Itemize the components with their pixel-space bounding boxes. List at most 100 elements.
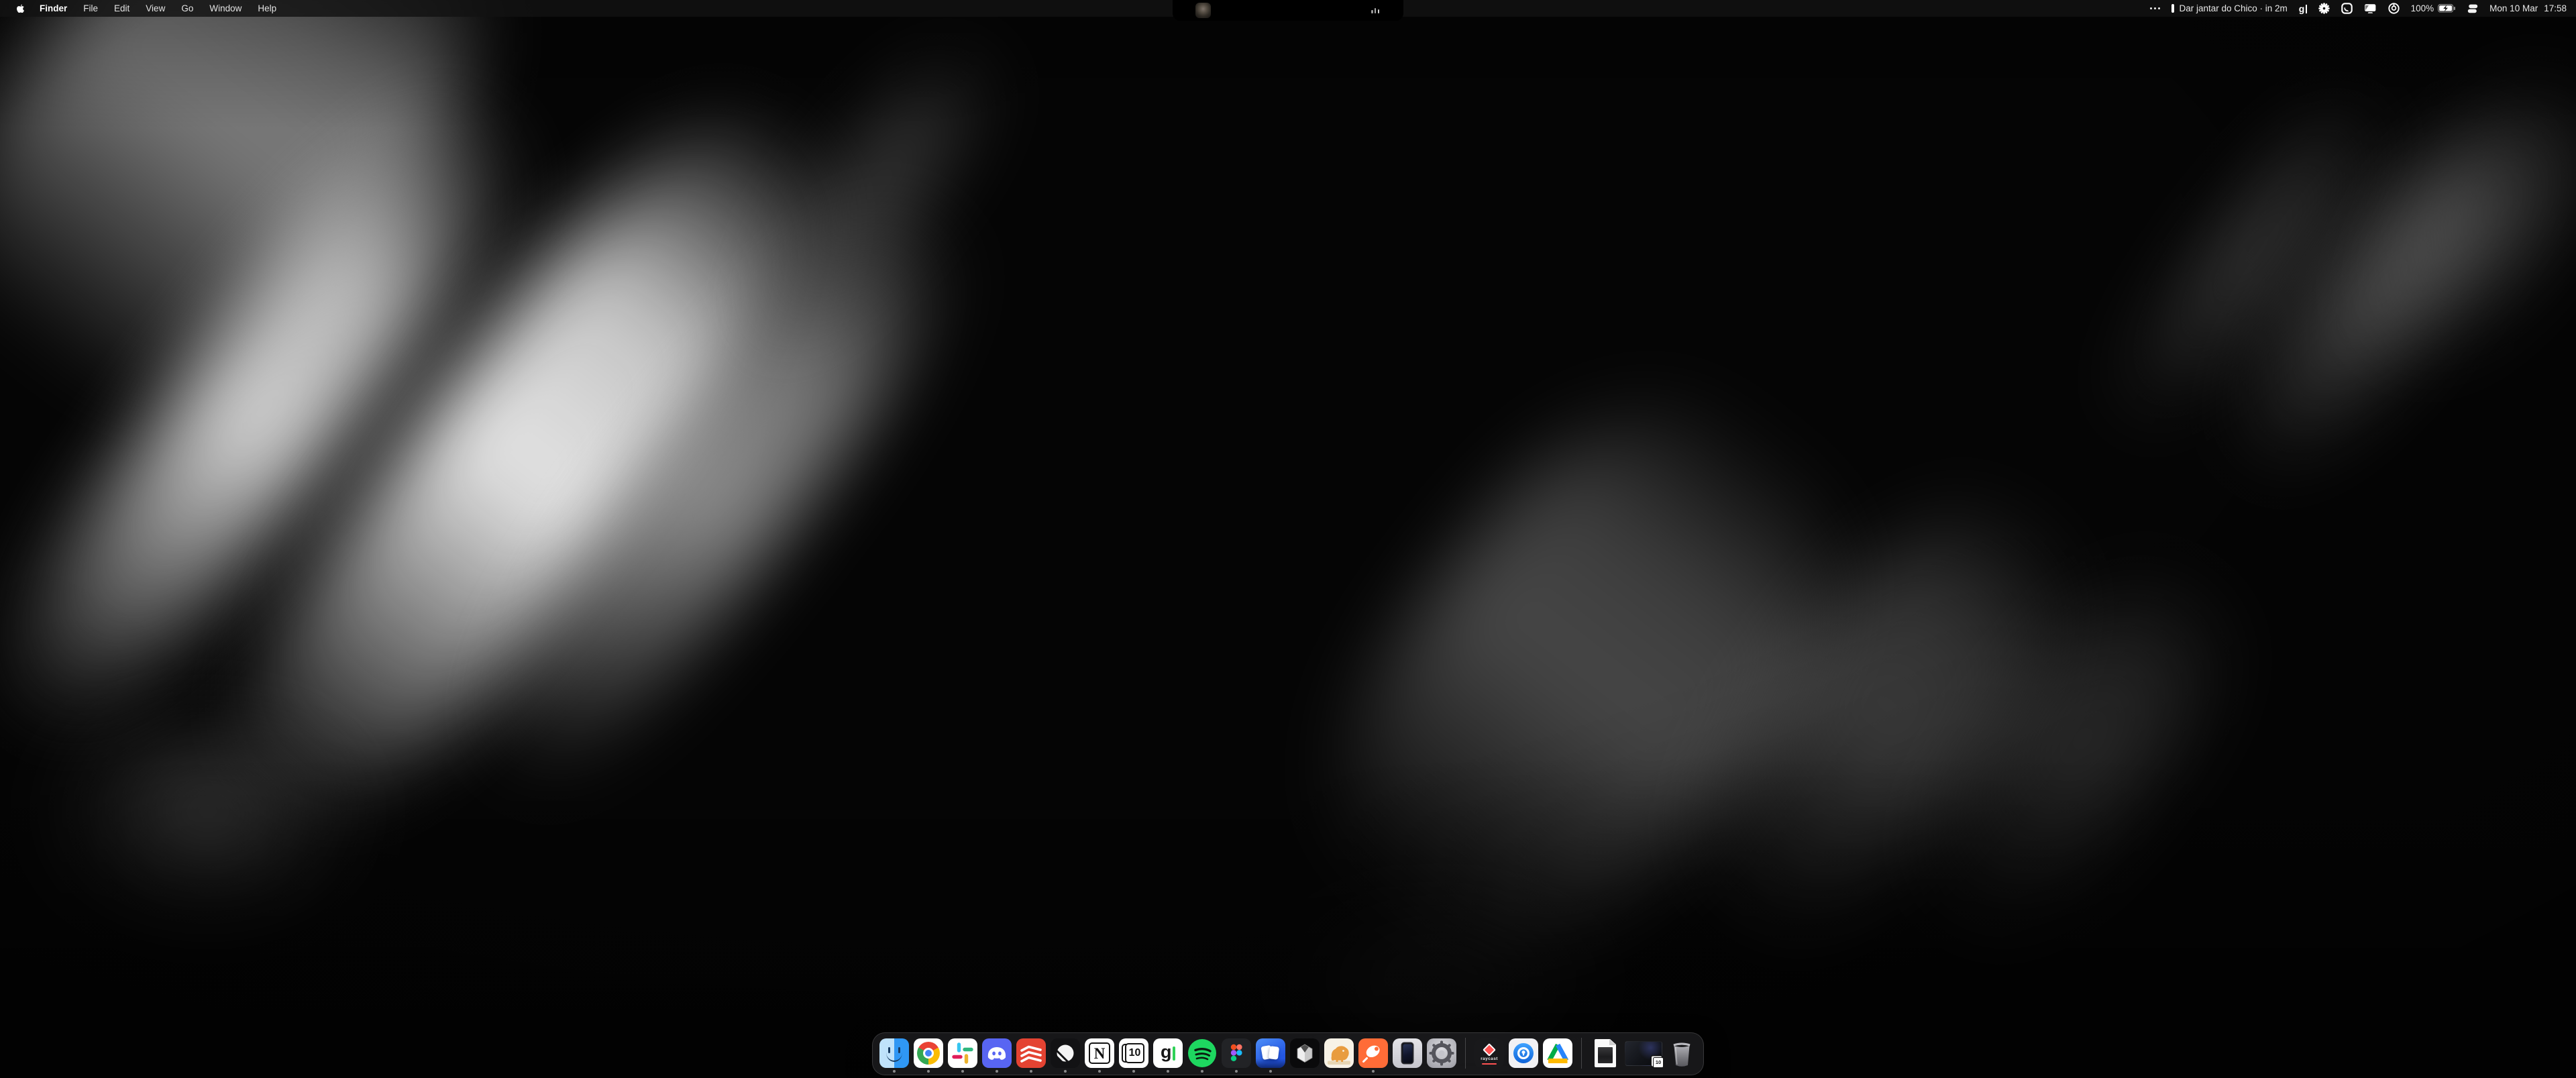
- dock-item-figma[interactable]: [1222, 1038, 1251, 1068]
- reminder-color-bar-icon: [2171, 4, 2174, 13]
- clock-date: Mon 10 Mar: [2489, 3, 2538, 13]
- dock-item-discord[interactable]: [982, 1038, 1012, 1068]
- dock-item-postman[interactable]: [1358, 1038, 1388, 1068]
- dock: N 10 g: [872, 1032, 1704, 1075]
- notion-icon: N: [1085, 1038, 1114, 1068]
- battery-status[interactable]: 100%: [2411, 3, 2457, 13]
- running-indicator: [1132, 1070, 1135, 1073]
- todoist-icon: [1016, 1038, 1046, 1068]
- reminder-item[interactable]: Dar jantar do Chico · in 2m: [2171, 3, 2287, 13]
- dock-item-minimized-window[interactable]: 10: [1625, 1041, 1662, 1066]
- craft-icon: [1256, 1038, 1285, 1068]
- postman-icon: [1358, 1038, 1388, 1068]
- 1password-dock-icon: [1509, 1038, 1538, 1068]
- display-icon[interactable]: [2364, 3, 2377, 14]
- menu-window[interactable]: Window: [201, 0, 250, 17]
- dock-item-chrome[interactable]: [914, 1038, 943, 1068]
- dock-item-postgres[interactable]: [1324, 1038, 1354, 1068]
- discord-icon: [982, 1038, 1012, 1068]
- running-indicator: [927, 1070, 930, 1073]
- finder-icon: [879, 1038, 909, 1068]
- 1password-icon[interactable]: [2388, 3, 2400, 14]
- granola-glyph: g: [2299, 4, 2305, 13]
- cube-3d-icon: [1290, 1038, 1320, 1068]
- control-center-icon[interactable]: [2467, 4, 2478, 13]
- google-drive-icon: [1543, 1038, 1572, 1068]
- dock-item-cube-3d-app[interactable]: [1290, 1038, 1320, 1068]
- menu-go[interactable]: Go: [173, 0, 201, 17]
- granola-cursor: [2306, 5, 2307, 13]
- desktop: Finder File Edit View Go Window Help Dar…: [0, 0, 2576, 1078]
- app-menu-finder[interactable]: Finder: [32, 0, 75, 17]
- granola-menu-icon[interactable]: g: [2299, 4, 2307, 13]
- audio-visualizer-icon: [1371, 7, 1379, 13]
- reminder-text: Dar jantar do Chico · in 2m: [2179, 3, 2287, 13]
- dock-item-craft[interactable]: [1256, 1038, 1285, 1068]
- dock-item-finder[interactable]: [879, 1038, 909, 1068]
- menu-file[interactable]: File: [75, 0, 106, 17]
- dock-item-raycast[interactable]: raycast: [1474, 1038, 1504, 1068]
- dock-item-1password[interactable]: [1509, 1038, 1538, 1068]
- running-indicator: [1167, 1070, 1169, 1073]
- dock-item-document-file[interactable]: [1591, 1038, 1620, 1068]
- dock-item-slack[interactable]: [948, 1038, 977, 1068]
- dock-item-system-settings[interactable]: [1427, 1038, 1456, 1068]
- dock-item-notion[interactable]: N: [1085, 1038, 1114, 1068]
- granola-cursor: [1173, 1046, 1175, 1061]
- dock-item-iphone-mirroring[interactable]: [1393, 1038, 1422, 1068]
- linear-icon: [1051, 1038, 1080, 1068]
- notch-now-playing: [1173, 0, 1403, 21]
- menu-view[interactable]: View: [138, 0, 173, 17]
- dock-item-google-drive[interactable]: [1543, 1038, 1572, 1068]
- now-playing-album-art[interactable]: [1195, 3, 1211, 18]
- slack-icon: [948, 1038, 977, 1068]
- running-indicator: [1201, 1070, 1203, 1073]
- clock-time: 17:58: [2544, 3, 2567, 13]
- overflow-dots-icon[interactable]: [2150, 7, 2160, 9]
- battery-charging-icon: [2438, 4, 2456, 13]
- running-indicator: [1030, 1070, 1032, 1073]
- dock-item-trash[interactable]: [1667, 1038, 1697, 1068]
- granola-icon: g: [1153, 1038, 1183, 1068]
- chrome-icon: [914, 1038, 943, 1068]
- menu-edit[interactable]: Edit: [106, 0, 138, 17]
- running-indicator: [1098, 1070, 1101, 1073]
- notion-calendar-icon: 10: [1119, 1038, 1148, 1068]
- granola-glyph: g: [1161, 1043, 1172, 1061]
- apple-menu[interactable]: [8, 3, 32, 13]
- gear-icon: [1427, 1038, 1456, 1068]
- postgres-elephant-icon: [1324, 1038, 1354, 1068]
- badge-date: 10: [1656, 1059, 1661, 1065]
- raycast-underline: [1482, 1063, 1497, 1065]
- running-indicator: [1064, 1070, 1067, 1073]
- running-indicator: [1235, 1070, 1238, 1073]
- flower-icon[interactable]: [2318, 3, 2330, 14]
- notion-calendar-badge: 10: [1653, 1057, 1664, 1068]
- menu-bar-left: Finder File Edit View Go Window Help: [0, 0, 284, 17]
- running-indicator: [961, 1070, 964, 1073]
- running-indicator: [1372, 1070, 1375, 1073]
- desktop-wallpaper: [0, 0, 2576, 1078]
- spotify-icon: [1187, 1038, 1217, 1068]
- menu-bar-status: Dar jantar do Chico · in 2m g: [2150, 3, 2576, 14]
- dock-background: N 10 g: [872, 1032, 1704, 1075]
- notion-glyph: N: [1094, 1046, 1106, 1061]
- battery-percent: 100%: [2411, 3, 2434, 13]
- dock-item-linear[interactable]: [1051, 1038, 1080, 1068]
- apple-logo-icon: [16, 3, 25, 13]
- dock-separator: [1465, 1038, 1466, 1069]
- menu-bar-clock[interactable]: Mon 10 Mar 17:58: [2489, 3, 2567, 13]
- dock-item-spotify[interactable]: [1187, 1038, 1217, 1068]
- pointer-squircle-icon[interactable]: [2341, 3, 2353, 14]
- raycast-logo: [1483, 1043, 1496, 1057]
- iphone-mirroring-icon: [1393, 1038, 1422, 1068]
- running-indicator: [996, 1070, 998, 1073]
- dock-item-notion-calendar[interactable]: 10: [1119, 1038, 1148, 1068]
- trash-icon: [1667, 1038, 1697, 1068]
- dock-item-todoist[interactable]: [1016, 1038, 1046, 1068]
- menu-help[interactable]: Help: [250, 0, 284, 17]
- running-indicator: [893, 1070, 896, 1073]
- notion-calendar-date: 10: [1129, 1047, 1141, 1059]
- dock-item-granola[interactable]: g: [1153, 1038, 1183, 1068]
- figma-icon: [1222, 1038, 1251, 1068]
